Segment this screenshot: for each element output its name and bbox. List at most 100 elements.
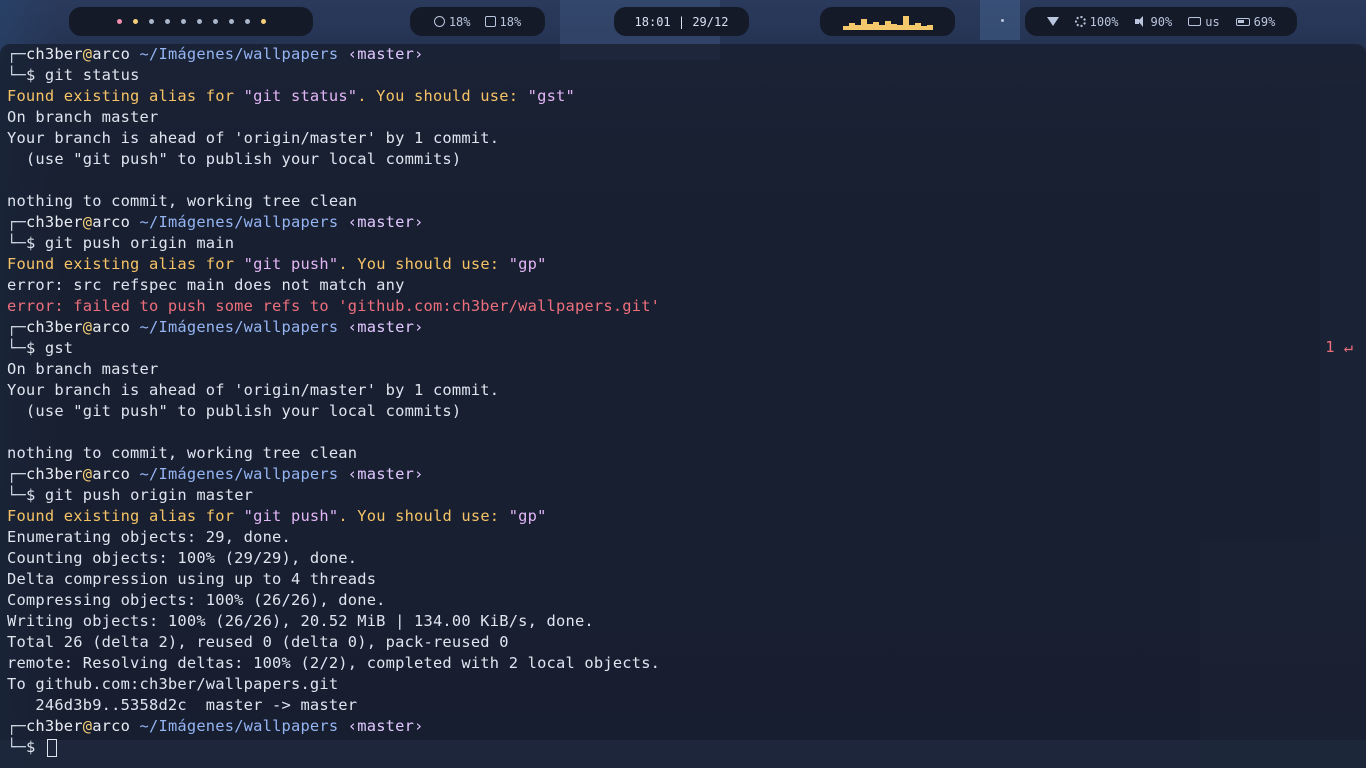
alias-suggestion: "gp" [508,507,547,525]
prompt-corner: ┌─ [7,318,26,336]
prompt-corner: ┌─ [7,45,26,63]
alias-warning-command: "git push" [243,507,339,525]
output-line: (use "git push" to publish your local co… [7,149,1366,170]
prompt-branch: ‹master› [347,213,424,231]
workspace-dot-7[interactable] [212,19,218,24]
output-text: On branch master [7,108,159,126]
prompt-corner: └─ [7,486,26,504]
output-line: To github.com:ch3ber/wallpapers.git [7,674,1366,695]
alias-warning-line: Found existing alias for "git push". You… [7,506,1366,527]
cpu-gauge-icon [433,16,445,27]
prompt-at: @ [82,318,93,336]
output-text: Total 26 (delta 2), reused 0 (delta 0), … [7,633,509,651]
output-line: Total 26 (delta 2), reused 0 (delta 0), … [7,632,1366,653]
separator-dot [1001,19,1004,22]
prompt-branch: ‹master› [347,465,424,483]
prompt-at: @ [82,213,93,231]
alias-warning-line: Found existing alias for "git status". Y… [7,86,1366,107]
output-text: remote: Resolving deltas: 100% (2/2), co… [7,654,661,672]
output-text: nothing to commit, working tree clean [7,444,358,462]
output-text: Delta compression using up to 4 threads [7,570,377,588]
prompt-path: ~/Imágenes/wallpapers [130,213,348,231]
output-line: Your branch is ahead of 'origin/master' … [7,380,1366,401]
exit-status-indicator: 1 ↵ [1325,338,1353,356]
prompt-symbol: $ [25,339,45,357]
alias-warning: . You should use: [357,87,528,105]
keyboard-layout-value: us [1205,14,1220,29]
command-line: └─$ git push origin master [7,485,1366,506]
clock[interactable]: 18:01 | 29/12 [614,7,749,36]
output-text: error: src refspec main does not match a… [7,276,405,294]
output-text: To github.com:ch3ber/wallpapers.git [7,675,339,693]
output-line: Compressing objects: 100% (26/26), done. [7,590,1366,611]
prompt-symbol: $ [25,738,45,756]
workspace-dot-2[interactable] [132,19,138,24]
volume-control[interactable]: 90% [1134,14,1173,29]
workspace-dot-3[interactable] [148,19,154,24]
command-line: └─$ gst [7,338,1366,359]
workspace-dot-10[interactable] [260,19,266,24]
command-text: git push origin main [44,234,235,252]
system-tray: 100% 90% us 69% [1025,7,1297,36]
keyboard-layout[interactable]: us [1188,14,1220,29]
volume-icon [1134,16,1147,27]
output-text: Compressing objects: 100% (26/26), done. [7,591,386,609]
system-stats: 18% 18% [410,7,545,36]
prompt-path: ~/Imágenes/wallpapers [130,318,348,336]
prompt-path: ~/Imágenes/wallpapers [130,717,348,735]
battery-icon [1235,17,1250,26]
alias-warning: . You should use: [338,255,509,273]
network-status[interactable] [1046,16,1059,27]
workspace-dot-5[interactable] [180,19,186,24]
prompt-line: ┌─ch3ber@arco ~/Imágenes/wallpapers ‹mas… [7,464,1366,485]
output-line: remote: Resolving deltas: 100% (2/2), co… [7,653,1366,674]
output-line: On branch master [7,107,1366,128]
prompt-line: ┌─ch3ber@arco ~/Imágenes/wallpapers ‹mas… [7,317,1366,338]
alias-warning-line: Found existing alias for "git push". You… [7,254,1366,275]
memory-value: 18% [499,14,522,29]
workspace-dot-6[interactable] [196,19,202,24]
terminal-cursor[interactable] [46,738,57,757]
workspace-dot-8[interactable] [228,19,234,24]
prompt-corner: ┌─ [7,213,26,231]
output-text: nothing to commit, working tree clean [7,192,358,210]
output-text: (use "git push" to publish your local co… [7,150,462,168]
prompt-line: ┌─ch3ber@arco ~/Imágenes/wallpapers ‹mas… [7,212,1366,233]
output-line: (use "git push" to publish your local co… [7,401,1366,422]
workspace-indicator[interactable] [69,7,313,36]
prompt-at: @ [82,465,93,483]
prompt-host: arco [92,465,131,483]
prompt-host: arco [92,213,131,231]
audio-visualizer [820,7,955,36]
output-text: (use "git push" to publish your local co… [7,402,462,420]
prompt-branch: ‹master› [347,318,424,336]
prompt-host: arco [92,318,131,336]
workspace-dot-4[interactable] [164,19,170,24]
memory-chip-icon [484,16,496,27]
output-line: Counting objects: 100% (29/29), done. [7,548,1366,569]
command-line: └─$ git push origin main [7,233,1366,254]
output-text: 246d3b9..5358d2c master -> master [7,696,358,714]
alias-warning: Found existing alias for [7,507,244,525]
prompt-corner: └─ [7,339,26,357]
command-line: └─$ git status [7,65,1366,86]
cpu-value: 18% [448,14,471,29]
workspace-dot-1[interactable] [116,19,122,24]
command-text: gst [44,339,74,357]
memory-usage: 18% [484,14,522,29]
output-text: Your branch is ahead of 'origin/master' … [7,381,500,399]
terminal-output: ┌─ch3ber@arco ~/Imágenes/wallpapers ‹mas… [7,44,1366,758]
workspace-dot-9[interactable] [244,19,250,24]
keyboard-icon [1188,17,1202,26]
output-line: nothing to commit, working tree clean [7,443,1366,464]
brightness-control[interactable]: 100% [1074,15,1119,29]
volume-value: 90% [1150,14,1173,29]
alias-suggestion: "gp" [508,255,547,273]
output-line: Enumerating objects: 29, done. [7,527,1366,548]
prompt-branch: ‹master› [347,45,424,63]
terminal-window[interactable]: ┌─ch3ber@arco ~/Imágenes/wallpapers ‹mas… [0,44,1366,768]
prompt-symbol: $ [25,486,45,504]
alias-warning: Found existing alias for [7,255,244,273]
prompt-line: ┌─ch3ber@arco ~/Imágenes/wallpapers ‹mas… [7,716,1366,737]
